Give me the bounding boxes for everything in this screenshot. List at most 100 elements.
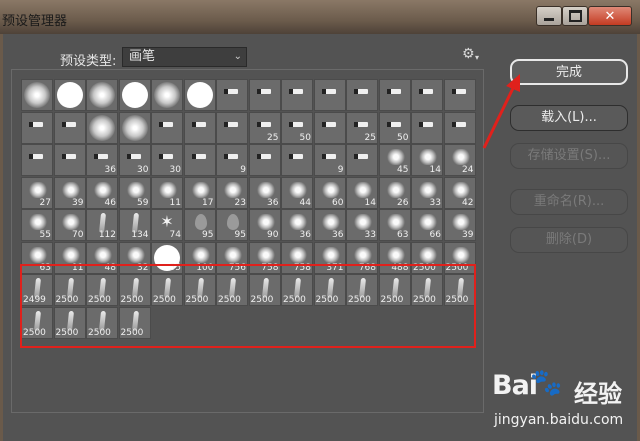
brush-preset-cell[interactable] — [118, 79, 151, 111]
brush-preset-cell[interactable]: 46 — [86, 176, 118, 209]
brush-preset-cell[interactable]: 70 — [53, 209, 86, 241]
brush-preset-cell[interactable]: 30 — [118, 144, 151, 176]
brush-size-label: 45 — [397, 165, 409, 175]
brush-preset-cell[interactable] — [411, 79, 443, 111]
brush-tip-icon — [354, 89, 368, 94]
brush-preset-cell[interactable]: 55 — [21, 209, 53, 241]
brush-preset-cell[interactable]: 42 — [443, 176, 476, 209]
brush-preset-cell[interactable] — [86, 111, 118, 144]
paw-icon: 🐾 — [530, 368, 563, 398]
scatter-brush-icon — [255, 246, 276, 263]
brush-preset-cell[interactable]: 30 — [151, 144, 183, 176]
brush-preset-cell[interactable] — [411, 111, 443, 144]
brush-preset-cell[interactable] — [53, 111, 86, 144]
brush-tip-icon — [451, 121, 466, 127]
brush-preset-cell[interactable] — [378, 79, 411, 111]
minimize-button[interactable] — [536, 6, 562, 26]
brush-preset-cell[interactable]: 39 — [443, 209, 476, 241]
brush-preset-cell[interactable] — [183, 144, 216, 176]
settings-menu-button[interactable]: ⚙ ▾ — [462, 47, 479, 62]
brush-preset-cell[interactable]: 25 — [346, 111, 378, 144]
brush-tip-icon — [191, 154, 206, 159]
brush-preset-cell[interactable]: ✶ 74 — [151, 209, 183, 241]
delete-button[interactable]: 删除(D) — [510, 227, 628, 253]
brush-size-label: 66 — [429, 230, 441, 240]
watermark-url: jingyan.baidu.com — [494, 412, 624, 428]
brush-preset-cell[interactable] — [21, 144, 53, 176]
brush-preset-cell[interactable] — [346, 144, 378, 176]
rename-button[interactable]: 重命名(R)... — [510, 189, 628, 215]
hard-round-brush-icon — [121, 82, 148, 108]
brush-preset-cell[interactable]: 45 — [378, 144, 411, 176]
brush-preset-cell[interactable]: 36 — [86, 144, 118, 176]
brush-preset-cell[interactable]: 36 — [248, 176, 281, 209]
brush-preset-cell[interactable] — [53, 79, 86, 111]
brush-preset-cell[interactable]: 60 — [313, 176, 346, 209]
brush-preset-cell[interactable]: 11 — [151, 176, 183, 209]
brush-preset-cell[interactable]: 9 — [216, 144, 248, 176]
brush-preset-cell[interactable] — [118, 111, 151, 144]
brush-preset-cell[interactable]: 90 — [248, 209, 281, 241]
brush-preset-cell[interactable]: 14 — [411, 144, 443, 176]
brush-preset-cell[interactable]: 36 — [313, 209, 346, 241]
close-button[interactable]: ✕ — [588, 6, 632, 26]
brush-preset-cell[interactable] — [216, 111, 248, 144]
brush-preset-cell[interactable]: 39 — [53, 176, 86, 209]
brush-preset-cell[interactable] — [313, 111, 346, 144]
brush-tip-icon — [191, 121, 206, 127]
brush-tip-icon — [126, 154, 141, 159]
brush-preset-cell[interactable]: 63 — [378, 209, 411, 241]
brush-preset-cell[interactable] — [216, 79, 248, 111]
brush-tip-icon — [224, 121, 238, 127]
brush-preset-cell[interactable]: 9 — [313, 144, 346, 176]
brush-preset-cell[interactable]: 50 — [281, 111, 313, 144]
scatter-brush-icon — [93, 181, 113, 198]
scatter-brush-icon — [353, 181, 373, 198]
brush-preset-cell[interactable] — [248, 144, 281, 176]
brush-preset-cell[interactable] — [151, 79, 183, 111]
brush-preset-cell[interactable] — [183, 111, 216, 144]
brush-size-label: 24 — [462, 165, 474, 175]
brush-preset-cell[interactable]: 95 — [216, 209, 248, 241]
brush-preset-cell[interactable]: 66 — [411, 209, 443, 241]
brush-preset-cell[interactable]: 23 — [216, 176, 248, 209]
brush-preset-cell[interactable]: 26 — [378, 176, 411, 209]
brush-preset-cell[interactable] — [313, 79, 346, 111]
brush-preset-cell[interactable] — [86, 79, 118, 111]
brush-tip-icon — [256, 154, 271, 159]
brush-preset-cell[interactable]: 50 — [378, 111, 411, 144]
brush-preset-cell[interactable]: 27 — [21, 176, 53, 209]
brush-preset-cell[interactable]: 33 — [411, 176, 443, 209]
title-bar[interactable]: 预设管理器 ✕ — [0, 0, 640, 34]
brush-preset-cell[interactable]: 44 — [281, 176, 313, 209]
brush-preset-cell[interactable]: 134 — [118, 209, 151, 241]
brush-preset-cell[interactable]: 25 — [248, 111, 281, 144]
brush-size-label: 23 — [234, 197, 246, 208]
brush-preset-cell[interactable] — [21, 79, 53, 111]
brush-preset-cell[interactable]: 33 — [346, 209, 378, 241]
brush-preset-cell[interactable] — [183, 79, 216, 111]
preset-type-select[interactable]: 画笔 ⌄ — [122, 47, 247, 67]
brush-preset-cell[interactable]: 36 — [281, 209, 313, 241]
brush-preset-cell[interactable] — [53, 144, 86, 176]
brush-preset-cell[interactable] — [281, 79, 313, 111]
brush-tip-icon — [224, 154, 238, 159]
brush-preset-cell[interactable]: 112 — [86, 209, 118, 241]
maximize-button[interactable] — [562, 6, 588, 26]
brush-preset-cell[interactable]: 59 — [118, 176, 151, 209]
brush-size-label: 42 — [462, 197, 474, 208]
brush-size-label: 26 — [397, 197, 409, 208]
brush-preset-cell[interactable] — [248, 79, 281, 111]
brush-tip-icon — [386, 89, 401, 94]
scatter-brush-icon — [288, 246, 308, 263]
brush-preset-cell[interactable]: 95 — [183, 209, 216, 241]
brush-size-label: 25 — [364, 132, 376, 143]
brush-preset-cell[interactable] — [21, 111, 53, 144]
brush-preset-cell[interactable] — [281, 144, 313, 176]
brush-preset-cell[interactable] — [346, 79, 378, 111]
brush-size-label: 44 — [299, 197, 311, 208]
scatter-brush-icon — [28, 246, 48, 263]
brush-preset-cell[interactable] — [151, 111, 183, 144]
brush-preset-cell[interactable]: 17 — [183, 176, 216, 209]
brush-preset-cell[interactable]: 14 — [346, 176, 378, 209]
